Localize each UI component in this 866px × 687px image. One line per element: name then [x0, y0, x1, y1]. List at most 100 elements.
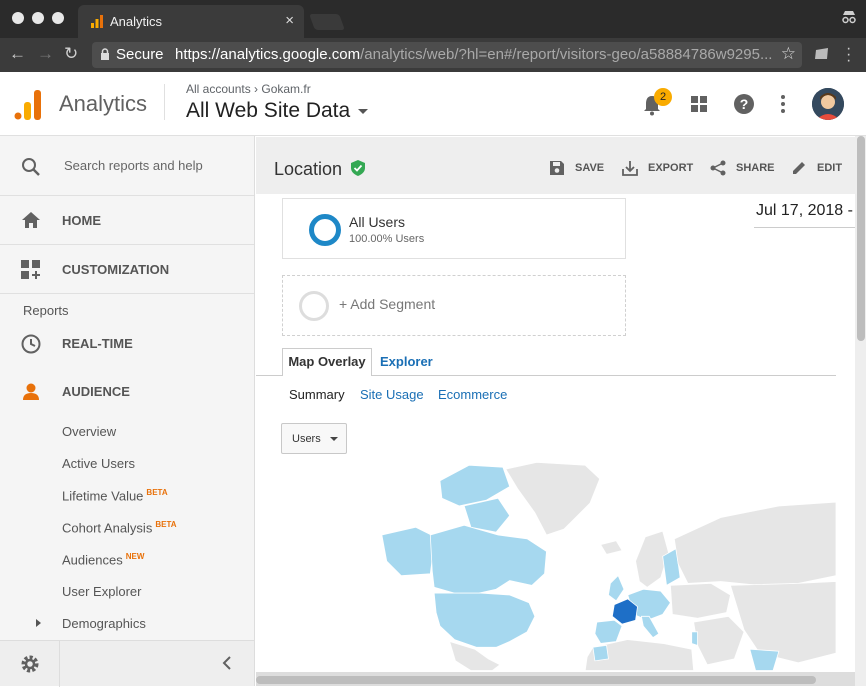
subtab-summary[interactable]: Summary	[289, 387, 345, 402]
subtab-site-usage[interactable]: Site Usage	[360, 387, 424, 402]
minimize-window-button[interactable]	[32, 12, 44, 24]
map-region-morocco	[592, 644, 609, 662]
segment-name: All Users	[349, 214, 406, 230]
sidebar-item-customization[interactable]: CUSTOMIZATION	[0, 245, 254, 294]
notification-badge: 2	[654, 88, 672, 106]
extension-icon[interactable]	[814, 47, 830, 61]
map-region-central-asia	[729, 581, 836, 664]
reload-icon[interactable]: ↻	[64, 44, 78, 64]
maximize-window-button[interactable]	[52, 12, 64, 24]
empty-segment-ring-icon	[299, 291, 329, 321]
header-divider	[164, 84, 165, 120]
map-region-iceland	[600, 540, 623, 555]
search-input[interactable]: Search reports and help	[64, 158, 203, 173]
date-underline	[754, 227, 858, 228]
view-selector[interactable]: All Web Site Data	[186, 99, 369, 123]
horizontal-scroll-thumb[interactable]	[256, 676, 816, 684]
user-avatar-icon	[812, 88, 844, 120]
url-text[interactable]: https://analytics.google.com/analytics/w…	[175, 46, 772, 63]
map-region-alaska	[381, 526, 436, 577]
map-region-middle-east	[693, 615, 745, 666]
date-range-picker[interactable]: Jul 17, 2018 - A	[756, 202, 866, 220]
sidebar-item-label: AUDIENCE	[62, 384, 130, 399]
map-region-greenland	[505, 461, 601, 536]
edit-pencil-icon	[793, 162, 805, 174]
sidebar-item-label: REAL-TIME	[62, 336, 133, 351]
back-icon[interactable]: ←	[9, 44, 26, 64]
segment-all-users[interactable]: All Users 100.00% Users	[282, 198, 626, 259]
sidebar-item-realtime[interactable]: REAL-TIME	[0, 323, 254, 363]
export-button[interactable]: EXPORT	[622, 161, 693, 176]
apps-grid-icon[interactable]	[691, 96, 707, 112]
tab-explorer[interactable]: Explorer	[380, 354, 433, 369]
sidebar-subitem-overview[interactable]: Overview	[62, 424, 116, 439]
search-icon	[22, 158, 40, 176]
address-bar[interactable]: Secure https://analytics.google.com/anal…	[92, 42, 802, 68]
tab-close-icon[interactable]: ×	[285, 12, 294, 29]
avatar[interactable]	[812, 88, 844, 120]
map-region-usa	[433, 592, 536, 648]
map-region-canada	[429, 524, 547, 594]
breadcrumb[interactable]: All accounts › Gokam.fr	[186, 82, 311, 96]
sidebar-item-label: HOME	[62, 213, 101, 228]
analytics-favicon-icon	[91, 15, 103, 28]
share-button[interactable]: SHARE	[710, 160, 775, 176]
search-reports[interactable]: Search reports and help	[0, 136, 254, 196]
sidebar-subitem-cohort-analysis[interactable]: Cohort Analysis BETA	[62, 520, 177, 535]
vertical-scroll-thumb[interactable]	[857, 136, 865, 341]
save-button[interactable]: SAVE	[550, 161, 604, 175]
map-region-israel	[691, 631, 698, 646]
report-panel: All Users 100.00% Users + Add Segment Ju…	[256, 194, 866, 674]
browser-menu-icon[interactable]: · · ·	[846, 41, 851, 69]
beta-badge: BETA	[146, 488, 168, 497]
page-title: Location	[274, 159, 343, 179]
export-icon	[622, 161, 638, 176]
sidebar-subitem-demographics[interactable]: Demographics	[62, 616, 146, 631]
segment-ring-icon	[309, 214, 341, 246]
report-area: Location SAVE EXPORT SHARE EDIT All User…	[256, 137, 866, 686]
expand-arrow-icon[interactable]	[36, 619, 41, 627]
clock-icon	[21, 334, 41, 354]
customization-icon	[21, 260, 40, 279]
browser-tab[interactable]: Analytics ×	[78, 5, 304, 38]
new-badge: NEW	[125, 552, 145, 561]
reports-heading: Reports	[23, 303, 69, 318]
gear-icon	[21, 655, 39, 673]
beta-badge: BETA	[155, 520, 177, 529]
map-region-russia	[673, 501, 836, 586]
report-tabs: Map Overlay Explorer	[256, 348, 836, 377]
segment-percentage: 100.00% Users	[349, 233, 425, 245]
metric-dropdown[interactable]: Users	[281, 423, 347, 454]
world-map[interactable]	[256, 456, 836, 674]
add-segment-button[interactable]: + Add Segment	[282, 275, 626, 336]
person-icon	[23, 383, 39, 400]
new-tab-button[interactable]	[309, 14, 345, 30]
forward-icon[interactable]: →	[37, 44, 54, 64]
sidebar-item-audience[interactable]: AUDIENCE	[0, 371, 254, 411]
edit-button[interactable]: EDIT	[793, 162, 842, 174]
sidebar-subitem-lifetime-value[interactable]: Lifetime Value BETA	[62, 488, 168, 503]
sidebar-subitem-audiences[interactable]: Audiences NEW	[62, 552, 144, 567]
sidebar-subitem-user-explorer[interactable]: User Explorer	[62, 584, 141, 599]
secure-label: Secure	[116, 46, 164, 63]
tab-map-overlay[interactable]: Map Overlay	[282, 348, 372, 377]
share-icon	[710, 160, 726, 176]
sidebar-footer	[0, 640, 254, 687]
help-icon[interactable]: ?	[734, 94, 754, 114]
report-subtabs: Summary Site Usage Ecommerce	[256, 376, 836, 412]
bookmark-star-icon[interactable]: ☆	[781, 44, 796, 64]
app-header: Analytics All accounts › Gokam.fr All We…	[0, 72, 866, 136]
sidebar-subitem-active-users[interactable]: Active Users	[62, 456, 135, 471]
subtab-ecommerce[interactable]: Ecommerce	[438, 387, 507, 402]
more-vert-icon[interactable]	[780, 94, 786, 114]
collapse-sidebar-icon[interactable]	[222, 656, 232, 670]
browser-titlebar: Analytics ×	[0, 0, 866, 38]
save-icon	[550, 161, 564, 175]
map-region-italy	[640, 615, 660, 639]
browser-toolbar: ← → ↻ Secure https://analytics.google.co…	[0, 38, 866, 72]
admin-settings-button[interactable]	[0, 641, 60, 687]
chevron-down-icon	[358, 108, 369, 114]
sidebar-item-home[interactable]: HOME	[0, 196, 254, 245]
close-window-button[interactable]	[12, 12, 24, 24]
verified-shield-icon	[351, 160, 365, 176]
